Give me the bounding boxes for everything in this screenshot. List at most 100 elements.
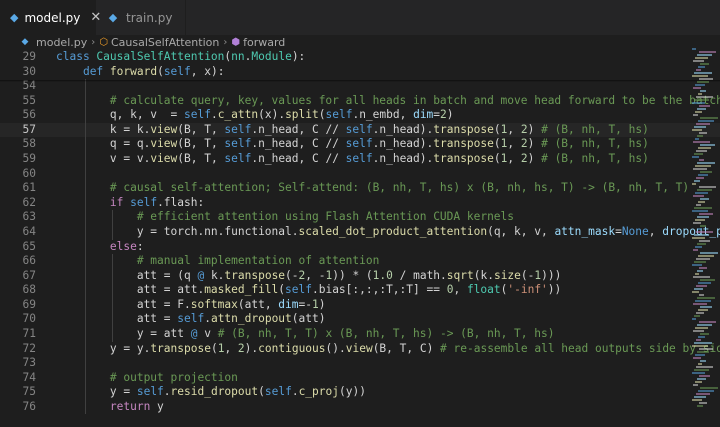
minimap-line	[697, 54, 712, 56]
code-token: self	[224, 122, 252, 136]
code-line[interactable]: 76 return y	[0, 400, 720, 415]
line-number: 71	[22, 327, 36, 341]
code-text: else:	[56, 240, 144, 255]
code-line[interactable]: 65 else:	[0, 240, 720, 255]
code-token: def	[82, 64, 110, 78]
code-line[interactable]: 63 # efficient attention using Flash Att…	[0, 210, 720, 225]
code-token: self	[136, 385, 164, 399]
code-text: y = y.transpose(1, 2).contiguous().view(…	[56, 342, 720, 357]
code-token: self	[130, 195, 158, 209]
code-line[interactable]: 56 q, k, v = self.c_attn(x).split(self.n…	[0, 108, 720, 123]
tab-train-py[interactable]: ◆ train.py	[96, 0, 186, 35]
code-token: transpose	[433, 122, 494, 136]
code-editor[interactable]: 29 class CausalSelfAttention(nn.Module): 3…	[0, 50, 720, 427]
minimap[interactable]	[690, 48, 720, 427]
breadcrumb-item-class[interactable]: CausalSelfAttention	[111, 36, 219, 49]
code-line[interactable]: 69 att = F.softmax(att, dim=-1)	[0, 298, 720, 313]
code-token: # manual implementation of attention	[136, 254, 380, 268]
code-token: transpose	[433, 152, 494, 166]
code-line[interactable]: 61 # causal self-attention; Self-attend:…	[0, 181, 720, 196]
code-line[interactable]: 64 y = torch.nn.functional.scaled_dot_pr…	[0, 225, 720, 240]
code-token: (	[258, 385, 265, 399]
code-text: if self.flash:	[56, 196, 204, 211]
minimap-line	[695, 165, 711, 167]
tab-label: model.py	[24, 10, 81, 25]
minimap-line	[697, 297, 715, 299]
code-token: q = q.	[109, 137, 151, 151]
code-line[interactable]: 67 att = (q @ k.transpose(-2, -1)) * (1.…	[0, 269, 720, 284]
code-token: # re-assemble all head outputs side by s…	[440, 341, 720, 355]
code-line[interactable]: 70 att = self.attn_dropout(att)	[0, 312, 720, 327]
code-token: )	[446, 108, 454, 122]
code-text: k = k.view(B, T, self.n_head, C // self.…	[56, 123, 649, 138]
minimap-line	[699, 267, 707, 269]
code-text: att = self.attn_dropout(att)	[56, 312, 326, 327]
minimap-line	[696, 177, 704, 179]
line-number: 61	[22, 181, 36, 195]
minimap-line	[693, 249, 698, 251]
code-line[interactable]: 30 def forward(self, x):	[0, 65, 720, 80]
code-line[interactable]: 75 y = self.resid_dropout(self.c_proj(y)…	[0, 385, 720, 400]
minimap-line	[694, 315, 700, 317]
minimap-line	[699, 402, 707, 404]
minimap-line	[699, 186, 716, 188]
code-token: ))	[547, 283, 562, 297]
minimap-line	[698, 201, 705, 203]
tab-model-py[interactable]: ◆ model.py ✕	[0, 0, 101, 35]
code-line[interactable]: 73	[0, 356, 720, 371]
line-number: 63	[22, 210, 36, 224]
line-number: 57	[22, 122, 36, 136]
minimap-line	[698, 120, 714, 122]
code-line[interactable]: 71 y = att @ v # (B, nh, T, T) x (B, nh,…	[0, 327, 720, 342]
line-number: 68	[22, 283, 36, 297]
code-token: 2	[520, 137, 528, 151]
code-token: .	[163, 385, 171, 399]
code-token: ):	[291, 50, 306, 63]
minimap-line	[696, 339, 701, 341]
code-text: # efficient attention using Flash Attent…	[56, 210, 514, 225]
code-text: y = att @ v # (B, nh, T, T) x (B, nh, T,…	[56, 327, 555, 342]
code-token: self	[345, 152, 373, 166]
minimap-line	[700, 198, 709, 200]
code-line[interactable]: 72 y = y.transpose(1, 2).contiguous().vi…	[0, 342, 720, 357]
code-token: (y))	[338, 385, 366, 399]
code-token: masked_fill	[204, 283, 279, 297]
minimap-line	[697, 243, 706, 245]
code-line[interactable]: 60	[0, 167, 720, 182]
minimap-line	[699, 213, 713, 215]
minimap-line	[694, 396, 706, 398]
python-file-icon: ◆	[10, 11, 19, 24]
code-token: resid_dropout	[170, 385, 259, 399]
minimap-line	[699, 132, 707, 134]
code-line[interactable]: 29 class CausalSelfAttention(nn.Module):	[0, 50, 720, 65]
code-token: )))	[541, 268, 562, 282]
code-token: k = k.	[109, 122, 151, 136]
breadcrumb-item-method[interactable]: forward	[243, 36, 285, 49]
code-line[interactable]: 68 att = att.masked_fill(self.bias[:,:,:…	[0, 283, 720, 298]
minimap-line	[699, 159, 704, 161]
minimap-line	[692, 264, 702, 266]
code-token: (	[157, 64, 164, 78]
minimap-line	[698, 282, 711, 284]
code-line[interactable]: 62 if self.flash:	[0, 196, 720, 211]
code-token: scaled_dot_product_attention	[298, 224, 488, 238]
line-number: 72	[22, 341, 36, 355]
code-line[interactable]: 57 k = k.view(B, T, self.n_head, C // se…	[0, 122, 720, 138]
code-line[interactable]: 59 v = v.view(B, T, self.n_head, C // se…	[0, 152, 720, 167]
code-token: class	[56, 50, 97, 63]
breadcrumb-item-file[interactable]: model.py	[36, 36, 87, 49]
python-file-icon: ◆	[21, 37, 29, 47]
code-token: c_attn	[217, 108, 259, 122]
line-number: 55	[22, 93, 36, 107]
code-line[interactable]: 74 # output projection	[0, 371, 720, 386]
minimap-line	[696, 258, 710, 260]
code-line[interactable]: 58 q = q.view(B, T, self.n_head, C // se…	[0, 137, 720, 152]
minimap-line	[700, 387, 718, 389]
code-token: attn_mask	[554, 224, 616, 238]
minimap-line	[692, 345, 708, 347]
line-number: 60	[22, 166, 36, 180]
code-line[interactable]: 55 # calculate query, key, values for al…	[0, 94, 720, 109]
code-line[interactable]: 66 # manual implementation of attention	[0, 254, 720, 269]
